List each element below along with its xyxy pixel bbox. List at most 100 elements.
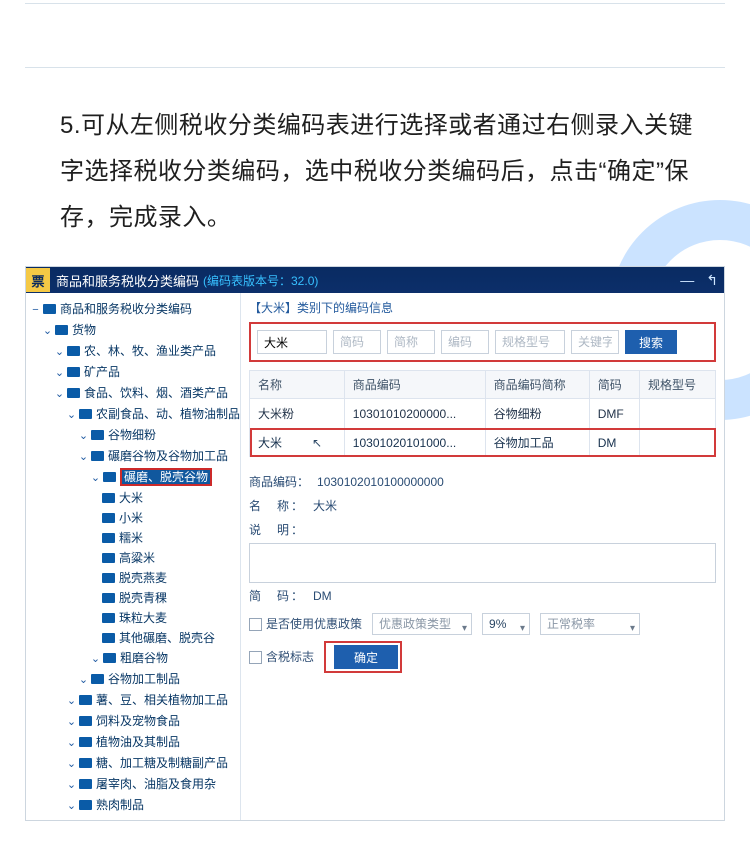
col-name: 名称	[250, 371, 345, 399]
expand-icon[interactable]: ⌄	[54, 342, 65, 362]
chevron-down-icon: ▾	[520, 618, 525, 640]
tree-leaf[interactable]: 珠粒大麦	[30, 608, 236, 628]
label-mc: 名 称：	[249, 495, 305, 517]
expand-icon[interactable]: ⌄	[66, 754, 77, 774]
table-row-selected[interactable]: 大米↖ 10301020101000... 谷物加工品 DM	[250, 428, 716, 457]
folder-icon	[102, 633, 115, 643]
search-keyword-input[interactable]	[571, 330, 619, 354]
folder-icon	[102, 533, 115, 543]
select-normal-rate[interactable]: 正常税率▾	[540, 613, 640, 635]
folder-icon	[67, 346, 80, 356]
search-spec-input[interactable]	[495, 330, 565, 354]
tree-leaf[interactable]: 脱壳青稞	[30, 588, 236, 608]
folder-icon	[79, 716, 92, 726]
value-mc: 大米	[313, 495, 337, 517]
folder-icon	[79, 695, 92, 705]
minimize-button[interactable]: —	[680, 272, 694, 289]
folder-icon	[102, 593, 115, 603]
collapse-icon[interactable]: −	[30, 300, 41, 320]
collapse-icon[interactable]: ⌄	[66, 405, 77, 425]
folder-icon	[43, 304, 56, 314]
search-bianma-input[interactable]	[441, 330, 489, 354]
folder-icon	[102, 513, 115, 523]
tree-leaf[interactable]: 糯米	[30, 528, 236, 548]
tree-node-selected[interactable]: ⌄碾磨、脱壳谷物	[30, 467, 236, 488]
select-youhui-type[interactable]: 优惠政策类型▾	[372, 613, 472, 635]
folder-icon	[67, 388, 80, 398]
expand-icon[interactable]: ⌄	[66, 796, 77, 816]
expand-icon[interactable]: ⌄	[42, 321, 53, 341]
col-spec: 规格型号	[639, 371, 715, 399]
expand-icon[interactable]: ⌄	[66, 733, 77, 753]
folder-icon	[79, 800, 92, 810]
confirm-button[interactable]: 确定	[334, 645, 398, 669]
main-panel: 【大米】类别下的编码信息 搜索 名称 商品编码 商品编码简称 简码 规格型号	[241, 293, 724, 820]
tree-root[interactable]: −商品和服务税收分类编码	[30, 299, 236, 320]
checkbox-youhui[interactable]: 是否使用优惠政策	[249, 613, 362, 635]
titlebar: 票 商品和服务税收分类编码 (编码表版本号：32.0) — ↰	[26, 267, 724, 293]
folder-icon	[79, 409, 92, 419]
expand-icon[interactable]: ⌄	[54, 363, 65, 383]
tree-node[interactable]: ⌄农副食品、动、植物油制品	[30, 404, 236, 425]
category-tree: −商品和服务税收分类编码 ⌄货物 ⌄农、林、牧、渔业类产品 ⌄矿产品 ⌄食品、饮…	[26, 293, 241, 820]
app-body: −商品和服务税收分类编码 ⌄货物 ⌄农、林、牧、渔业类产品 ⌄矿产品 ⌄食品、饮…	[26, 293, 724, 820]
search-name-input[interactable]	[257, 330, 327, 354]
folder-icon	[102, 573, 115, 583]
label-spbm: 商品编码：	[249, 471, 309, 493]
checkbox-hanshui[interactable]: 含税标志	[249, 646, 314, 668]
folder-icon	[79, 779, 92, 789]
folder-icon	[102, 553, 115, 563]
folder-icon	[79, 737, 92, 747]
label-jm: 简 码：	[249, 585, 305, 607]
folder-icon	[103, 653, 116, 663]
tree-leaf-dami[interactable]: 大米	[30, 488, 236, 508]
tree-leaf[interactable]: 其他碾磨、脱壳谷	[30, 628, 236, 648]
search-jianchen-input[interactable]	[387, 330, 435, 354]
expand-icon[interactable]: ⌄	[66, 712, 77, 732]
expand-icon[interactable]: ⌄	[78, 670, 89, 690]
expand-icon[interactable]: ⌄	[90, 649, 101, 669]
section-label: 【大米】类别下的编码信息	[249, 299, 716, 316]
confirm-row: 含税标志 确定	[249, 641, 716, 673]
tree-leaf[interactable]: 脱壳燕麦	[30, 568, 236, 588]
codebook-version: (编码表版本号：32.0)	[203, 272, 318, 289]
tree-node[interactable]: ⌄农、林、牧、渔业类产品	[30, 341, 236, 362]
top-divider-box	[25, 3, 725, 68]
tree-node[interactable]: ⌄食品、饮料、烟、酒类产品	[30, 383, 236, 404]
checkbox-icon	[249, 618, 262, 631]
tree-node[interactable]: ⌄矿产品	[30, 362, 236, 383]
expand-icon[interactable]: ⌄	[66, 691, 77, 711]
tree-node[interactable]: ⌄薯、豆、相关植物加工品	[30, 690, 236, 711]
select-rate[interactable]: 9%▾	[482, 613, 530, 635]
collapse-icon[interactable]: ⌄	[54, 384, 65, 404]
tree-node[interactable]: ⌄粗磨谷物	[30, 648, 236, 669]
tree-node[interactable]: ⌄屠宰肉、油脂及食用杂	[30, 774, 236, 795]
description-textarea[interactable]	[249, 543, 716, 583]
collapse-icon[interactable]: ⌄	[78, 447, 89, 467]
tree-node[interactable]: ⌄饲料及宠物食品	[30, 711, 236, 732]
tree-node[interactable]: ⌄植物油及其制品	[30, 732, 236, 753]
table-row[interactable]: 大米粉 10301010200000... 谷物细粉 DMF	[250, 399, 716, 429]
chevron-down-icon: ▾	[630, 618, 635, 640]
app-window: 票 商品和服务税收分类编码 (编码表版本号：32.0) — ↰ −商品和服务税收…	[25, 266, 725, 821]
tree-node[interactable]: ⌄糖、加工糖及制糖副产品	[30, 753, 236, 774]
tree-node-huowu[interactable]: ⌄货物	[30, 320, 236, 341]
search-jianma-input[interactable]	[333, 330, 381, 354]
app-logo: 票	[26, 268, 50, 292]
folder-icon	[102, 493, 115, 503]
search-button[interactable]: 搜索	[625, 330, 677, 354]
back-button[interactable]: ↰	[706, 272, 718, 289]
tree-leaf[interactable]: 小米	[30, 508, 236, 528]
col-jm: 简码	[589, 371, 639, 399]
tree-node[interactable]: ⌄谷物细粉	[30, 425, 236, 446]
tree-leaf[interactable]: 高粱米	[30, 548, 236, 568]
collapse-icon[interactable]: ⌄	[90, 468, 101, 488]
cursor-icon: ↖	[312, 436, 322, 450]
expand-icon[interactable]: ⌄	[78, 426, 89, 446]
tree-node[interactable]: ⌄熟肉制品	[30, 795, 236, 816]
tree-node[interactable]: ⌄碾磨谷物及谷物加工品	[30, 446, 236, 467]
expand-icon[interactable]: ⌄	[66, 775, 77, 795]
col-shortname: 商品编码简称	[485, 371, 589, 399]
tree-node[interactable]: ⌄谷物加工制品	[30, 669, 236, 690]
detail-panel: 商品编码：1030102010100000000 名 称：大米 说 明： 简 码…	[249, 471, 716, 673]
